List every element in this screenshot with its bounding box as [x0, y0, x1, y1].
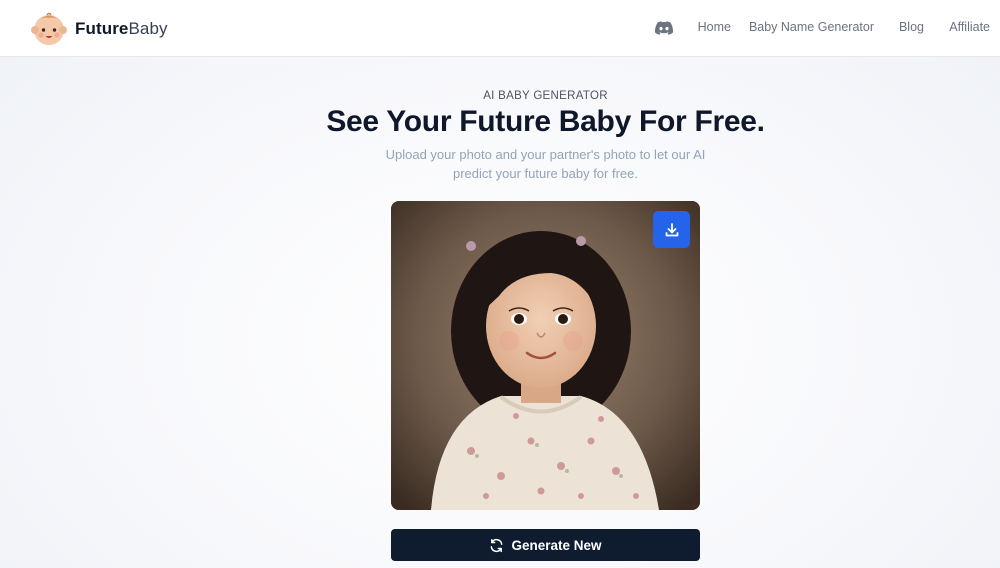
- generated-baby-image: [391, 201, 700, 510]
- generate-new-label: Generate New: [511, 537, 602, 553]
- refresh-icon: [491, 538, 503, 552]
- download-icon: [665, 222, 678, 236]
- nav-baby-name-generator[interactable]: Baby Name Generator: [749, 20, 874, 34]
- brand-logo[interactable]: FutureBaby: [31, 10, 168, 48]
- generate-new-button[interactable]: Generate New: [391, 529, 700, 561]
- nav-affiliate[interactable]: Affiliate: [949, 20, 990, 34]
- site-header: FutureBaby Home Baby Name Generator Blog…: [0, 0, 1000, 57]
- brand-name: FutureBaby: [75, 19, 168, 38]
- page-title: See Your Future Baby For Free.: [326, 105, 765, 138]
- section-eyebrow: AI BABY GENERATOR: [483, 90, 608, 102]
- nav-blog[interactable]: Blog: [899, 20, 924, 34]
- baby-face-icon: [31, 12, 67, 45]
- nav-home[interactable]: Home: [698, 20, 731, 34]
- download-button[interactable]: [653, 211, 690, 248]
- discord-icon[interactable]: [655, 21, 673, 35]
- page-subtitle: Upload your photo and your partner's pho…: [385, 147, 706, 181]
- baby-portrait-illustration: [391, 201, 700, 510]
